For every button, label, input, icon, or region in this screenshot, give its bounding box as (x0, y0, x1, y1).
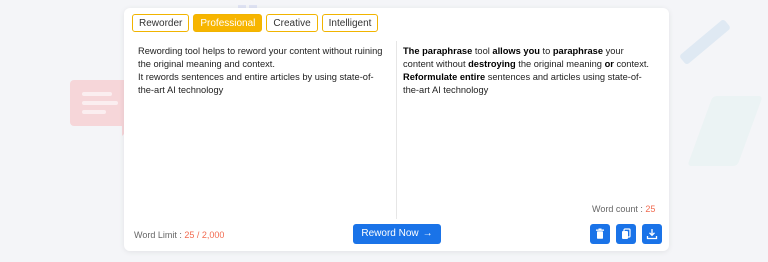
mode-intelligent[interactable]: Intelligent (321, 14, 379, 32)
mode-reworder[interactable]: Reworder (132, 14, 190, 32)
mode-tabs: Reworder Professional Creative Intellige… (132, 14, 379, 32)
word-count-value: 25 (645, 204, 656, 214)
output-bold-3: paraphrase (552, 46, 603, 56)
word-limit: Word Limit : 25 / 2,000 (134, 230, 224, 240)
squares-decoration (238, 0, 268, 13)
reword-now-label: Reword Now (361, 228, 419, 239)
output-bold-2: allows you (492, 46, 540, 56)
output-text-2: to (539, 46, 553, 56)
input-line-2: It rewords sentences and entire articles… (138, 72, 374, 95)
trash-icon (596, 228, 604, 239)
word-count: Word count : 25 (592, 204, 655, 214)
output-text-5: context. (613, 59, 650, 69)
copy-icon (622, 228, 631, 239)
output-bold-1: The paraphrase (403, 46, 473, 56)
output-bold-5: or (604, 59, 614, 69)
chat-bubble-decoration (70, 80, 132, 136)
download-icon (646, 229, 658, 240)
paraphrase-card: Reworder Professional Creative Intellige… (124, 8, 669, 251)
delete-button[interactable] (590, 224, 610, 244)
output-bold-6: Reformulate entire (403, 72, 486, 82)
input-line-1: Rewording tool helps to reword your cont… (138, 46, 383, 69)
download-button[interactable] (642, 224, 662, 244)
output-panel: The paraphrase tool allows you to paraph… (396, 41, 661, 216)
output-sentence-1: The paraphrase tool allows you to paraph… (403, 45, 655, 71)
output-text-1: tool (472, 46, 493, 56)
word-limit-label: Word Limit : (134, 230, 185, 240)
output-bold-4: destroying (468, 59, 516, 69)
mode-professional[interactable]: Professional (193, 14, 263, 32)
arrow-right-icon: → (422, 228, 433, 239)
mode-creative[interactable]: Creative (266, 14, 318, 32)
pencil-decoration (678, 18, 732, 66)
word-limit-value: 25 / 2,000 (184, 230, 225, 240)
reword-now-button[interactable]: Reword Now → (353, 224, 441, 244)
shape-decoration (687, 96, 763, 166)
input-textarea[interactable]: Rewording tool helps to reword your cont… (132, 41, 394, 216)
output-text-4: the original meaning (515, 59, 605, 69)
output-sentence-2: Reformulate entire sentences and article… (403, 71, 655, 97)
word-count-label: Word count : (592, 204, 646, 214)
copy-button[interactable] (616, 224, 636, 244)
